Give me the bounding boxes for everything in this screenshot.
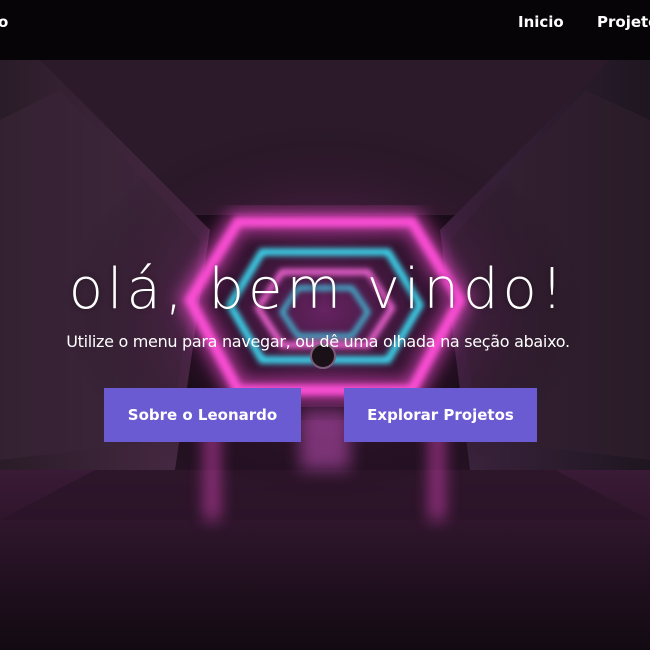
- nav-link-inicio[interactable]: Inicio: [518, 13, 564, 31]
- hero-subtitle: Utilize o menu para navegar, ou dê uma o…: [66, 332, 570, 351]
- page: o Inicio Projetos olá, bem vindo! Utiliz…: [0, 0, 650, 650]
- hero-background-image: [0, 0, 650, 650]
- nav-link-projetos[interactable]: Projetos: [597, 13, 650, 31]
- hero-title: olá, bem vindo!: [68, 257, 568, 322]
- nav-brand[interactable]: o: [0, 13, 8, 31]
- about-button[interactable]: Sobre o Leonardo: [104, 388, 301, 442]
- explore-projects-button[interactable]: Explorar Projetos: [344, 388, 537, 442]
- navbar: o Inicio Projetos: [0, 0, 650, 46]
